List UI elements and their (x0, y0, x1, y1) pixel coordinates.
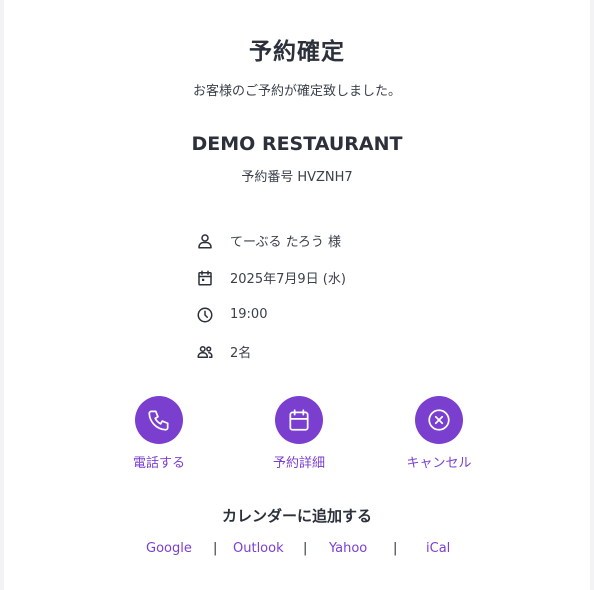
cancel-icon (428, 409, 450, 431)
people-icon (194, 341, 216, 363)
restaurant-name: DEMO RESTAURANT (191, 133, 403, 155)
person-icon (194, 230, 216, 252)
cancel-button[interactable]: キャンセル (389, 396, 489, 471)
phone-icon (148, 410, 169, 431)
add-to-calendar-title: カレンダーに追加する (221, 507, 372, 525)
calendar-link-separator: | (213, 541, 218, 556)
calendar-links: Google | Outlook | Yahoo | iCal (4, 541, 590, 561)
reservation-details-button-label[interactable]: 予約詳細 (249, 452, 349, 471)
page-title: 予約確定 (249, 39, 345, 65)
booking-number: 予約番号 HVZNH7 (4, 166, 590, 185)
calendar-link-ical[interactable]: iCal (426, 541, 450, 556)
detail-party-size: 2名 (194, 333, 454, 370)
clock-icon (194, 304, 216, 326)
detail-guest-name: てーぶる たろう 様 (194, 222, 454, 259)
calendar-icon (289, 409, 309, 431)
party-size-text: 2名 (230, 346, 252, 361)
call-button[interactable]: 電話する (109, 396, 209, 471)
detail-date: 2025年7月9日 (水) (194, 259, 454, 296)
reservation-details-button[interactable]: 予約詳細 (249, 396, 349, 471)
page-edge-right (590, 0, 594, 590)
cancel-button-label[interactable]: キャンセル (389, 452, 489, 471)
booking-number-code: HVZNH7 (297, 170, 353, 185)
confirmation-card: 予約確定 お客様のご予約が確定致しました。 DEMO RESTAURANT 予約… (4, 0, 590, 590)
time-text: 19:00 (230, 307, 268, 322)
confirmation-message: お客様のご予約が確定致しました。 (192, 84, 401, 99)
call-button-circle[interactable] (135, 396, 183, 444)
calendar-link-separator: | (393, 541, 398, 556)
booking-number-label: 予約番号 (241, 170, 294, 185)
calendar-icon (194, 267, 216, 289)
detail-time: 19:00 (194, 296, 454, 333)
calendar-link-outlook[interactable]: Outlook (233, 541, 284, 556)
date-text: 2025年7月9日 (水) (230, 272, 346, 287)
calendar-link-separator: | (303, 541, 308, 556)
calendar-link-google[interactable]: Google (146, 541, 192, 556)
call-button-label[interactable]: 電話する (109, 452, 209, 471)
reservation-details-button-circle[interactable] (275, 396, 323, 444)
cancel-button-circle[interactable] (415, 396, 463, 444)
calendar-link-yahoo[interactable]: Yahoo (329, 541, 367, 556)
reservation-details: てーぶる たろう 様 2025年7月9日 (水) 19:00 2名 (194, 222, 454, 370)
guest-name-text: てーぶる たろう 様 (230, 235, 341, 250)
